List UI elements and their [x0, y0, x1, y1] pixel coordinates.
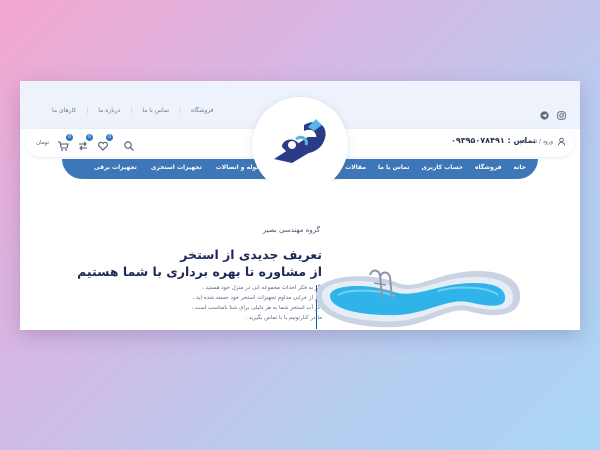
headline-line-2: از مشاوره تا بهره برداری با شما هستیم [77, 264, 322, 279]
search-icon[interactable] [123, 137, 135, 151]
logo[interactable] [252, 97, 348, 193]
top-link-shop[interactable]: فروشگاه [191, 107, 213, 114]
description-line: اگر به فکر احداث مجموعه ابی در منزل خود … [202, 285, 322, 291]
nav-item-electrical[interactable]: تجهیزات برقی [94, 164, 137, 171]
header-actions: تومان 0 0 0 [36, 134, 135, 151]
company-name: گروه مهندسی بصیر [262, 226, 320, 234]
cart-total-label: تومان [36, 140, 50, 146]
compare-icon[interactable]: 0 [77, 134, 94, 151]
nav-item-pool-equipment[interactable]: تجهیزات استخری [151, 164, 202, 171]
nav-item-articles[interactable]: مقالات [345, 164, 366, 171]
divider: | [86, 107, 89, 114]
top-links: فروشگاه | تماس با ما | درباره ما | کارها… [52, 107, 213, 114]
top-link-about[interactable]: درباره ما [98, 107, 120, 114]
hero-headline: تعریف جدیدی از استخر از مشاوره تا بهره ب… [77, 246, 322, 280]
nav-item-account[interactable]: حساب کاربری [421, 164, 462, 171]
user-icon [557, 137, 566, 146]
phone-number: ۰۹۳۹۵۰۷۸۴۹۱ [451, 136, 505, 145]
description-line: ما در کنارتونیم یا با تماس بگیرید . [245, 315, 322, 321]
wishlist-heart-icon[interactable]: 0 [97, 134, 114, 151]
wishlist-count-badge: 0 [106, 134, 114, 141]
nav-right-group: خانه فروشگاه حساب کاربری تماس با ما مقال… [345, 164, 526, 171]
telegram-icon[interactable] [540, 105, 549, 120]
pool-illustration [316, 269, 521, 328]
social-links [540, 105, 566, 120]
instagram-icon[interactable] [557, 105, 566, 120]
headline-line-1: تعریف جدیدی از استخر [180, 247, 322, 262]
compare-count-badge: 0 [86, 134, 94, 141]
login-text: ورود / ثبت نام [520, 138, 553, 145]
description-line: اگر از خرابی مداوم تجهیزات استخر خود خست… [192, 295, 322, 301]
hero-description: اگر به فکر احداث مجموعه ابی در منزل خود … [191, 283, 322, 323]
nav-item-home[interactable]: خانه [514, 164, 526, 171]
nav-item-contact[interactable]: تماس با ما [378, 164, 409, 171]
cart-icon[interactable]: 0 [57, 134, 74, 151]
logo-mark [274, 119, 326, 163]
hero-section: گروه مهندسی بصیر تعریف جدیدی از استخر از… [20, 181, 580, 330]
top-link-works[interactable]: کارهای ما [52, 107, 76, 114]
description-line: اگر آب استخر شما به هر دلیلی برای شنا نا… [191, 305, 322, 311]
browser-window: فروشگاه | تماس با ما | درباره ما | کارها… [20, 81, 580, 330]
divider: | [130, 107, 133, 114]
nav-item-shop[interactable]: فروشگاه [475, 164, 502, 171]
top-link-contact[interactable]: تماس با ما [142, 107, 169, 114]
nav-left-group: لوله و اتصالات تجهیزات استخری تجهیزات بر… [94, 164, 259, 171]
cart-count-badge: 0 [66, 134, 74, 141]
login-register-link[interactable]: ورود / ثبت نام [520, 137, 566, 146]
divider: | [179, 107, 182, 114]
